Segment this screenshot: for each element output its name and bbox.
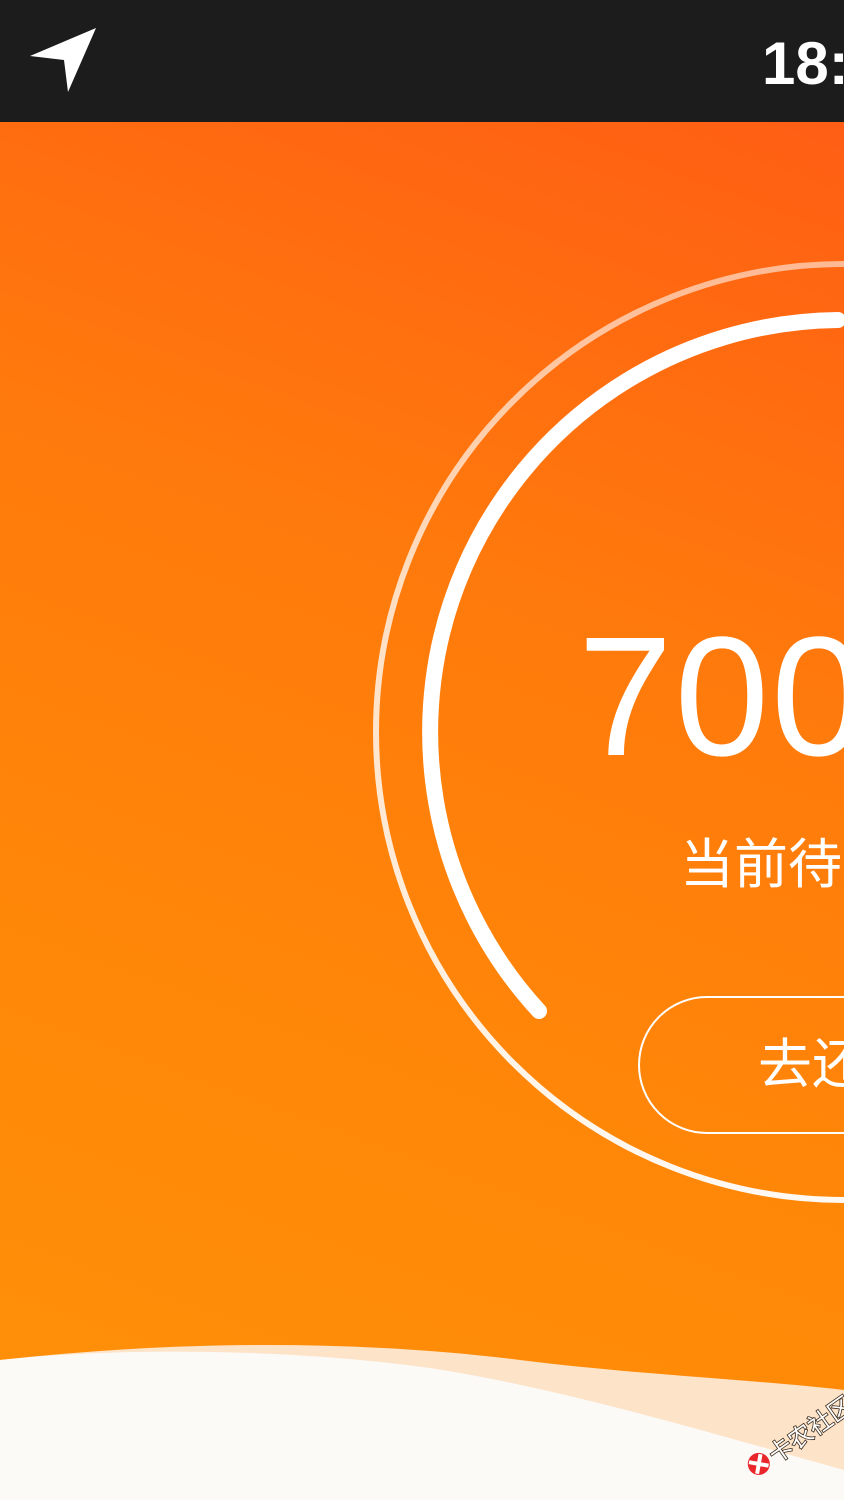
repay-button-label: 去还 <box>758 1033 844 1096</box>
bottom-wave <box>0 1345 844 1500</box>
status-bar: 18: <box>0 0 844 122</box>
watermark-text: 卡农社区 <box>763 1392 844 1469</box>
credit-gauge <box>373 261 844 1203</box>
status-time: 18: <box>762 30 844 97</box>
repay-button[interactable]: 去还 <box>638 996 844 1134</box>
hero-panel: 700 当前待 去还 <box>0 122 844 1500</box>
available-amount: 700 <box>578 602 844 792</box>
kanong-logo-icon: 卡农社区 <box>747 1392 844 1475</box>
location-arrow-icon <box>30 28 96 92</box>
amount-label: 当前待 <box>680 833 842 896</box>
